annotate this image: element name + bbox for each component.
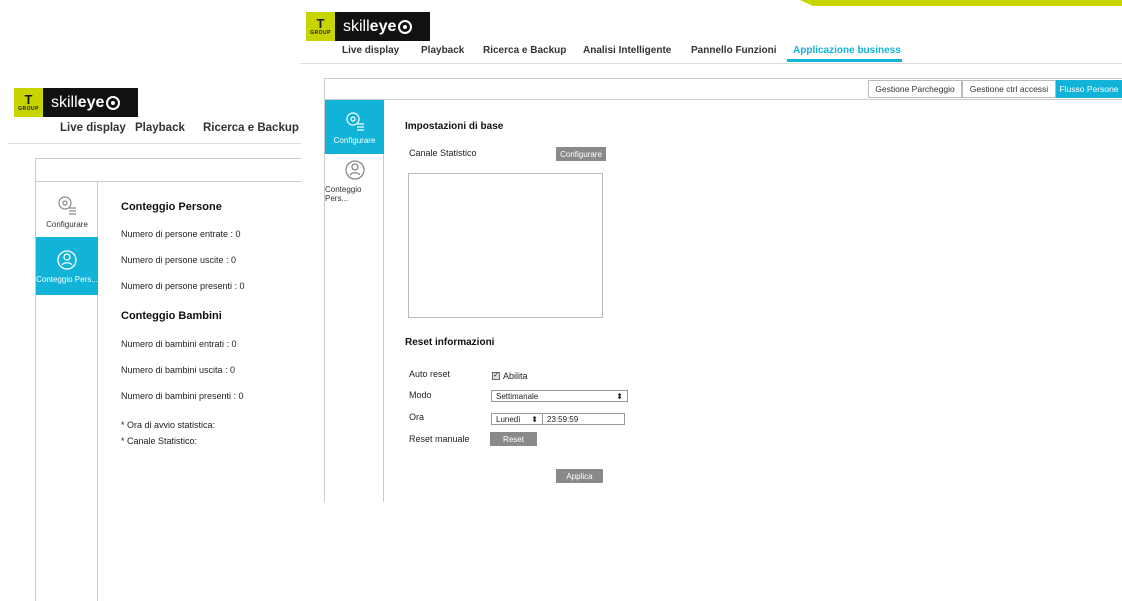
day-select[interactable]: Lunedì ⬍: [491, 413, 543, 425]
people-present: Numero di persone presenti : 0: [121, 281, 245, 291]
left-sidebar: Configurare Conteggio Pers...: [35, 182, 98, 601]
chevron-updown-icon: ⬍: [616, 391, 623, 401]
people-exited: Numero di persone uscite : 0: [121, 255, 237, 265]
enable-checkbox[interactable]: ✓: [492, 372, 500, 380]
right-sidebar-label-configurare: Configurare: [333, 135, 376, 145]
manual-reset-label: Reset manuale: [409, 434, 470, 444]
nav-playback[interactable]: Playback: [135, 122, 185, 134]
reset-button[interactable]: Reset: [490, 432, 537, 446]
nav-pannello-funzioni[interactable]: Pannello Funzioni: [691, 45, 777, 56]
nav-applicazione-business[interactable]: Applicazione business: [793, 45, 901, 56]
right-nav-divider: [300, 63, 1122, 64]
eye-icon: [398, 19, 413, 34]
nav-active-underline: [787, 59, 902, 62]
person-count-icon: [344, 160, 365, 180]
chevron-updown-icon: ⬍: [531, 414, 538, 424]
person-count-icon: [57, 249, 77, 270]
mode-label: Modo: [409, 390, 432, 400]
left-sidebar-label-conteggio: Conteggio Pers...: [36, 274, 98, 284]
day-select-value: Lunedì: [496, 414, 521, 424]
stat-channel: * Canale Statistico:: [121, 436, 198, 446]
channel-preview-box: [408, 173, 603, 318]
tab-gestione-ctrl-accessi[interactable]: Gestione ctrl accessi: [962, 80, 1056, 98]
nav-analisi-intelligente[interactable]: Analisi Intelligente: [583, 45, 671, 56]
right-sidebar-item-conteggio[interactable]: Conteggio Pers...: [325, 154, 384, 208]
brand-name-bold: eye: [369, 17, 397, 35]
right-sidebar-item-configurare[interactable]: Configurare: [325, 100, 384, 154]
time-input[interactable]: 23:59:59: [542, 413, 625, 425]
right-sidebar-label-conteggio: Conteggio Pers...: [325, 185, 362, 203]
children-present: Numero di bambini presenti : 0: [121, 391, 244, 401]
children-exited: Numero di bambini uscita : 0: [121, 365, 236, 375]
group-mark-icon: T GROUP: [306, 12, 335, 41]
group-mark-icon: T GROUP: [14, 88, 43, 117]
enable-label: Abilita: [503, 371, 528, 381]
apply-button[interactable]: Applica: [556, 469, 603, 483]
left-nav-divider: [8, 143, 301, 144]
reset-info-title: Reset informazioni: [405, 337, 495, 348]
nav-live-display[interactable]: Live display: [60, 122, 126, 134]
nav-ricerca-backup[interactable]: Ricerca e Backup: [203, 122, 299, 134]
mode-select-value: Settimanale: [496, 391, 539, 401]
time-label: Ora: [409, 412, 425, 422]
tab-gestione-parcheggio[interactable]: Gestione Parcheggio: [868, 80, 962, 98]
gear-list-icon: [345, 111, 364, 131]
gear-list-icon: [58, 195, 76, 215]
auto-reset-label: Auto reset: [409, 369, 451, 379]
brand-logo: T GROUP skill eye: [14, 88, 138, 117]
brand-name-bold: eye: [77, 93, 105, 111]
stat-start-time: * Ora di avvio statistica:: [121, 420, 216, 430]
channel-label: Canale Statistico: [409, 148, 477, 158]
left-content-header: [35, 158, 301, 182]
mode-select[interactable]: Settimanale ⬍: [491, 390, 628, 402]
left-sidebar-label-configurare: Configurare: [46, 219, 88, 229]
brand-name-light: skill: [343, 17, 370, 35]
basic-settings-title: Impostazioni di base: [405, 121, 504, 132]
children-count-title: Conteggio Bambini: [121, 310, 222, 322]
nav-playback[interactable]: Playback: [421, 45, 464, 56]
people-entered: Numero di persone entrate : 0: [121, 229, 241, 239]
people-count-title: Conteggio Persone: [121, 201, 222, 213]
brand-logo-right: T GROUP skill eye: [306, 12, 430, 41]
left-sidebar-item-configurare[interactable]: Configurare: [36, 182, 98, 240]
decor-accent-bar: [800, 0, 1122, 6]
eye-icon: [106, 95, 121, 110]
tab-flusso-persone[interactable]: Flusso Persone: [1056, 80, 1122, 98]
nav-ricerca-backup[interactable]: Ricerca e Backup: [483, 45, 566, 56]
right-sidebar: Configurare Conteggio Pers...: [324, 100, 384, 502]
children-entered: Numero di bambini entrati : 0: [121, 339, 237, 349]
configure-button[interactable]: Configurare: [556, 147, 606, 161]
time-input-value: 23:59:59: [547, 414, 579, 424]
left-sidebar-item-conteggio[interactable]: Conteggio Pers...: [36, 237, 98, 295]
brand-name-light: skill: [51, 93, 78, 111]
nav-live-display[interactable]: Live display: [342, 45, 399, 56]
